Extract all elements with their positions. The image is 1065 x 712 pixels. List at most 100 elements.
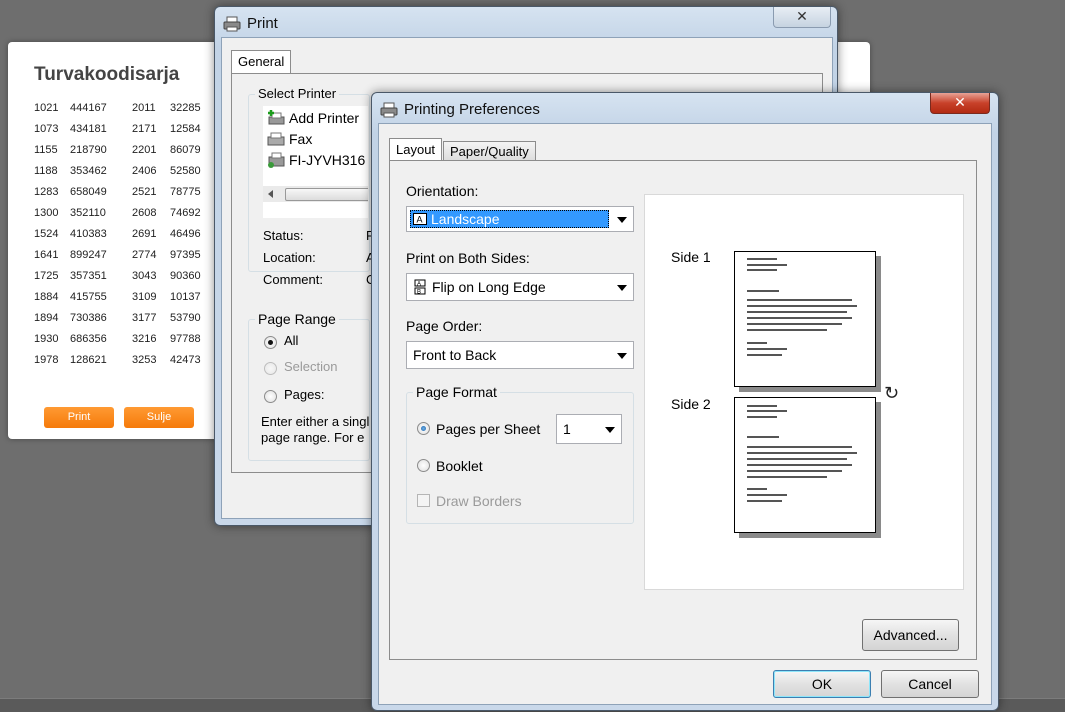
page-order-value: Front to Back bbox=[413, 347, 497, 363]
print-button[interactable]: Print bbox=[44, 407, 114, 428]
printer-icon bbox=[380, 102, 398, 118]
printer-item-fax[interactable]: Fax bbox=[289, 131, 312, 147]
printer-list[interactable]: Add Printer Fax FI-JYVH316 o bbox=[263, 106, 368, 218]
orientation-value: Landscape bbox=[431, 211, 500, 227]
code-cell: 42473 bbox=[170, 354, 201, 366]
code-cell: 1283 bbox=[34, 186, 59, 198]
code-cell: 46496 bbox=[170, 228, 201, 240]
code-cell: 10137 bbox=[170, 291, 201, 303]
code-cell: 353462 bbox=[70, 165, 107, 177]
pages-per-sheet-label: Pages per Sheet bbox=[436, 421, 541, 437]
code-cell: 78775 bbox=[170, 186, 201, 198]
code-cell: 658049 bbox=[70, 186, 107, 198]
print-both-sides-select[interactable]: AB Flip on Long Edge bbox=[406, 273, 634, 301]
code-cell: 218790 bbox=[70, 144, 107, 156]
range-help-line1: Enter either a singl bbox=[261, 414, 370, 429]
landscape-icon: A bbox=[413, 213, 427, 225]
code-cell: 899247 bbox=[70, 249, 107, 261]
code-cell: 3177 bbox=[132, 312, 157, 324]
code-cell: 3253 bbox=[132, 354, 157, 366]
code-cell: 352110 bbox=[70, 207, 106, 219]
cancel-button[interactable]: Cancel bbox=[881, 670, 979, 698]
code-cell: 730386 bbox=[70, 312, 107, 324]
advanced-button[interactable]: Advanced... bbox=[862, 619, 959, 651]
page-range-caption: Page Range bbox=[255, 311, 339, 327]
draw-borders-checkbox[interactable] bbox=[417, 494, 430, 507]
svg-text:A: A bbox=[417, 282, 421, 288]
tab-paper-quality[interactable]: Paper/Quality bbox=[443, 141, 536, 161]
preview-side1-label: Side 1 bbox=[671, 249, 711, 265]
pages-per-sheet-radio[interactable] bbox=[417, 422, 430, 435]
code-cell: 12584 bbox=[170, 123, 201, 135]
code-cell: 86079 bbox=[170, 144, 201, 156]
printer-item-add-printer[interactable]: Add Printer bbox=[289, 110, 359, 126]
code-row: 1188 353462 2406 52580 bbox=[34, 165, 214, 186]
code-cell: 1930 bbox=[34, 333, 59, 345]
code-row: 1524 410383 2691 46496 bbox=[34, 228, 214, 249]
code-cell: 1188 bbox=[34, 165, 58, 177]
range-help-line2: page range. For e bbox=[261, 430, 365, 445]
status-label: Status: bbox=[263, 228, 304, 243]
close-icon[interactable]: ✕ bbox=[930, 93, 990, 114]
code-row: 1021 444167 2011 32285 bbox=[34, 102, 214, 123]
network-printer-icon bbox=[266, 151, 286, 169]
layout-panel: Orientation: A Landscape Print on Both S… bbox=[389, 160, 977, 660]
print-dialog-title: Print bbox=[247, 15, 278, 32]
code-cell: 2691 bbox=[132, 228, 157, 240]
code-row: 1978 128621 3253 42473 bbox=[34, 354, 214, 375]
code-cell: 1894 bbox=[34, 312, 59, 324]
printer-list-scrollbar[interactable] bbox=[263, 186, 368, 202]
code-cell: 686356 bbox=[70, 333, 107, 345]
preferences-body: Layout Paper/Quality Orientation: A Land… bbox=[378, 123, 992, 705]
code-cell: 415755 bbox=[70, 291, 107, 303]
range-selection-radio[interactable] bbox=[264, 362, 277, 375]
add-printer-icon bbox=[266, 109, 286, 127]
pages-per-sheet-select[interactable]: 1 bbox=[556, 414, 622, 444]
chevron-down-icon bbox=[605, 427, 615, 433]
code-row: 1155 218790 2201 86079 bbox=[34, 144, 214, 165]
print-both-sides-label: Print on Both Sides: bbox=[406, 250, 530, 266]
code-cell: 2201 bbox=[132, 144, 157, 156]
scroll-left-icon[interactable] bbox=[268, 190, 273, 198]
code-cell: 3216 bbox=[132, 333, 157, 345]
code-cell: 2774 bbox=[132, 249, 157, 261]
scroll-thumb[interactable] bbox=[285, 188, 368, 201]
orientation-label: Orientation: bbox=[406, 183, 479, 199]
page-order-select[interactable]: Front to Back bbox=[406, 341, 634, 369]
code-row: 1641 899247 2774 97395 bbox=[34, 249, 214, 270]
range-selection-label: Selection bbox=[284, 359, 338, 374]
code-row: 1894 730386 3177 53790 bbox=[34, 312, 214, 333]
code-cell: 1978 bbox=[34, 354, 59, 366]
range-pages-radio[interactable] bbox=[264, 390, 277, 403]
ok-button[interactable]: OK bbox=[773, 670, 871, 698]
close-icon[interactable]: ✕ bbox=[773, 7, 831, 28]
close-button[interactable]: Sulje bbox=[124, 407, 194, 428]
range-all-radio[interactable] bbox=[264, 336, 277, 349]
page-title: Turvakoodisarja bbox=[34, 64, 180, 85]
preferences-dialog-title: Printing Preferences bbox=[404, 101, 540, 118]
code-cell: 444167 bbox=[70, 102, 107, 114]
booklet-radio[interactable] bbox=[417, 459, 430, 472]
orientation-select[interactable]: A Landscape bbox=[406, 206, 634, 232]
code-cell: 1884 bbox=[34, 291, 59, 303]
printing-preferences-dialog: Printing Preferences ✕ Layout Paper/Qual… bbox=[371, 92, 999, 711]
code-cell: 434181 bbox=[70, 123, 107, 135]
duplex-icon: AB bbox=[414, 279, 426, 296]
code-cell: 3043 bbox=[132, 270, 157, 282]
preview-page-side2 bbox=[734, 397, 876, 533]
select-printer-caption: Select Printer bbox=[255, 86, 340, 101]
code-row: 1283 658049 2521 78775 bbox=[34, 186, 214, 207]
code-cell: 2011 bbox=[132, 102, 156, 114]
code-cell: 128621 bbox=[70, 354, 107, 366]
printer-icon bbox=[223, 16, 241, 32]
tab-layout[interactable]: Layout bbox=[389, 138, 443, 161]
code-cell: 2608 bbox=[132, 207, 157, 219]
print-both-sides-value: Flip on Long Edge bbox=[432, 279, 546, 295]
code-cell: 1524 bbox=[34, 228, 59, 240]
code-row: 1884 415755 3109 10137 bbox=[34, 291, 214, 312]
svg-text:B: B bbox=[417, 290, 421, 296]
code-cell: 2521 bbox=[132, 186, 157, 198]
printer-item-network[interactable]: FI-JYVH316 o bbox=[289, 152, 368, 168]
preview-page-side1 bbox=[734, 251, 876, 387]
tab-general[interactable]: General bbox=[231, 50, 292, 73]
